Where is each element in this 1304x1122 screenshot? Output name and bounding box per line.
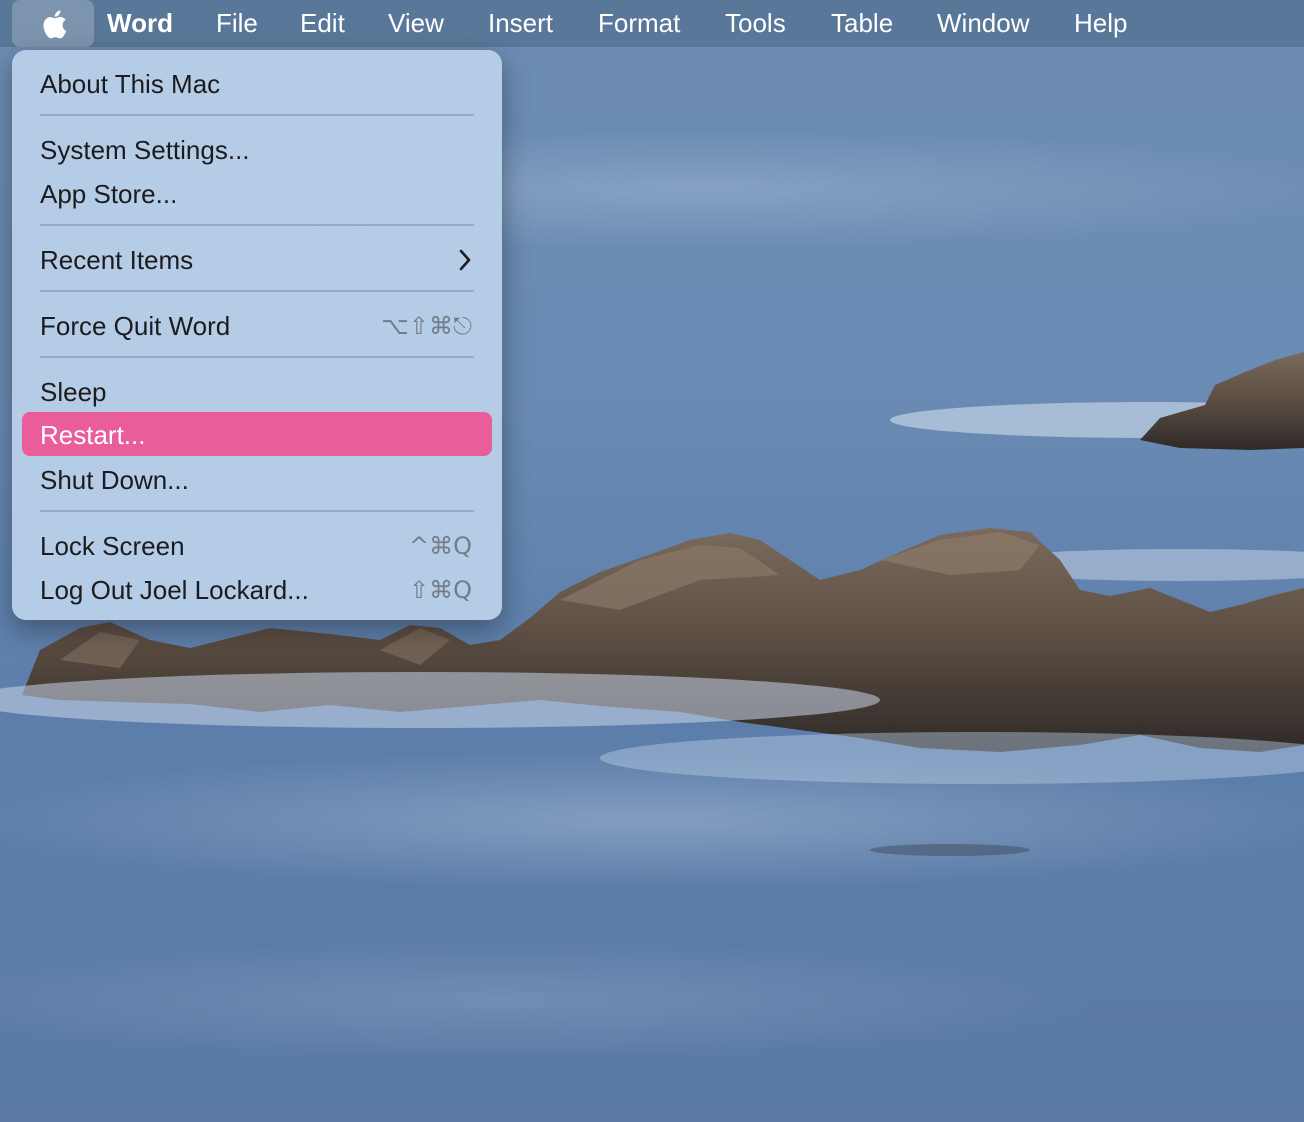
keyboard-shortcut: ^⌘Q (409, 532, 472, 560)
keyboard-shortcut: ⇧⌘Q (409, 576, 472, 604)
menu-item-log-out[interactable]: Log Out Joel Lockard... ⇧⌘Q (22, 567, 492, 611)
menu-item-label: Recent Items (40, 245, 194, 275)
menu-insert[interactable]: Insert (488, 8, 553, 38)
menu-window[interactable]: Window (937, 8, 1029, 38)
menu-bar: Word File Edit View Insert Format Tools … (0, 0, 1304, 47)
menu-item-app-store[interactable]: App Store... (22, 171, 492, 215)
menu-word[interactable]: Word (107, 8, 173, 38)
menu-separator (40, 114, 474, 116)
menu-item-label: Restart... (40, 420, 146, 450)
menu-item-force-quit[interactable]: Force Quit Word ⌥⇧⌘⎋ (22, 303, 492, 347)
apple-logo-icon (43, 9, 67, 38)
menu-table[interactable]: Table (831, 8, 893, 38)
menu-item-label: App Store... (40, 179, 178, 209)
menu-item-label: Force Quit Word (40, 311, 231, 341)
menu-item-label: Shut Down... (40, 465, 189, 495)
menu-tools[interactable]: Tools (725, 8, 786, 38)
menu-item-lock-screen[interactable]: Lock Screen ^⌘Q (22, 523, 492, 567)
keyboard-shortcut: ⌥⇧⌘⎋ (381, 312, 472, 340)
menu-edit[interactable]: Edit (300, 8, 345, 38)
menu-help[interactable]: Help (1074, 8, 1127, 38)
menu-item-sleep[interactable]: Sleep (22, 369, 492, 413)
chevron-right-icon (459, 249, 471, 271)
menu-separator (40, 510, 474, 512)
apple-menu-dropdown: About This Mac System Settings... App St… (12, 50, 502, 620)
menu-separator (40, 290, 474, 292)
apple-menu-button[interactable] (12, 0, 94, 47)
menu-view[interactable]: View (388, 8, 444, 38)
menu-item-about-this-mac[interactable]: About This Mac (22, 61, 492, 105)
menu-separator (40, 224, 474, 226)
menu-item-label: Sleep (40, 377, 107, 407)
menu-item-label: About This Mac (40, 69, 221, 99)
menu-format[interactable]: Format (598, 8, 680, 38)
menu-item-restart[interactable]: Restart... (22, 412, 492, 456)
menu-item-recent-items[interactable]: Recent Items (22, 237, 492, 281)
menu-item-label: System Settings... (40, 135, 250, 165)
menu-separator (40, 356, 474, 358)
menu-item-label: Log Out Joel Lockard... (40, 575, 309, 605)
menu-item-system-settings[interactable]: System Settings... (22, 127, 492, 171)
menu-item-shut-down[interactable]: Shut Down... (22, 457, 492, 501)
menu-item-label: Lock Screen (40, 531, 185, 561)
menu-file[interactable]: File (216, 8, 258, 38)
